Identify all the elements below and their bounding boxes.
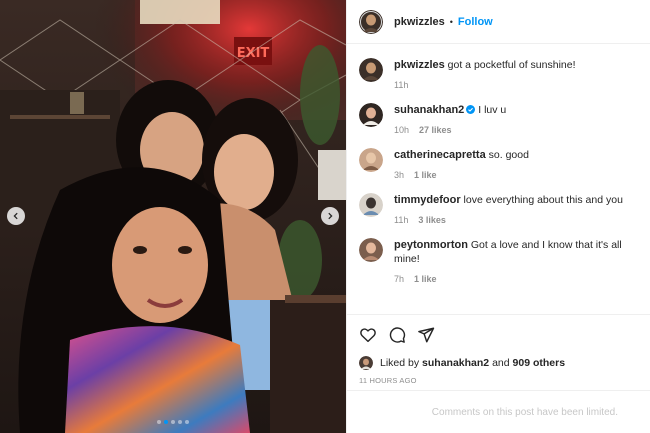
- comment-time[interactable]: 10h: [394, 125, 409, 135]
- commenter-avatar[interactable]: [359, 193, 383, 217]
- comment-likes[interactable]: 3 likes: [418, 215, 446, 225]
- follow-button[interactable]: Follow: [458, 16, 493, 28]
- paper-plane-icon[interactable]: [417, 326, 435, 344]
- verified-badge-icon: [466, 105, 476, 114]
- header-separator: •: [449, 16, 453, 27]
- comment-text: suhanakhan2 I luv u: [394, 103, 638, 117]
- chevron-left-icon: [13, 212, 18, 220]
- carousel-dot: [185, 420, 189, 424]
- instagram-post: EXIT pkwizzles • Follow pkwizzles got a …: [0, 0, 650, 433]
- comment-icon[interactable]: [388, 326, 406, 344]
- caption-content: got a pocketful of sunshine!: [447, 59, 576, 71]
- author-username[interactable]: pkwizzles: [394, 16, 445, 28]
- comment-likes[interactable]: 27 likes: [419, 125, 452, 135]
- comment-item: timmydefoor love everything about this a…: [359, 193, 638, 225]
- comment-item: peytonmorton Got a love and I know that …: [359, 238, 638, 284]
- carousel-dot: [171, 420, 175, 424]
- post-header: pkwizzles • Follow: [347, 0, 650, 44]
- comment-text: timmydefoor love everything about this a…: [394, 193, 638, 207]
- comment-content: I luv u: [478, 104, 507, 116]
- comment-time[interactable]: 7h: [394, 274, 404, 284]
- commenter-avatar[interactable]: [359, 103, 383, 127]
- comment-text: catherinecapretta so. good: [394, 148, 638, 162]
- liked-by-and: and: [492, 357, 510, 369]
- comment-time[interactable]: 11h: [394, 215, 408, 225]
- comment-body: suhanakhan2 I luv u 10h 27 likes: [394, 103, 638, 135]
- commenter-avatar[interactable]: [359, 148, 383, 172]
- action-bar: [347, 314, 650, 354]
- comment-username[interactable]: timmydefoor: [394, 194, 461, 206]
- liked-by: Liked by suhanakhan2 and 909 others: [347, 354, 650, 372]
- liked-by-user[interactable]: suhanakhan2: [422, 357, 489, 369]
- liked-by-prefix: Liked by: [380, 357, 420, 369]
- liker-avatar[interactable]: [359, 356, 373, 370]
- comment-body: catherinecapretta so. good 3h 1 like: [394, 148, 638, 180]
- caption-username[interactable]: pkwizzles: [394, 59, 445, 71]
- chevron-right-icon: [328, 212, 333, 220]
- post-photo[interactable]: EXIT: [0, 0, 346, 433]
- caption-body: pkwizzles got a pocketful of sunshine! 1…: [394, 58, 638, 90]
- comment-username[interactable]: peytonmorton: [394, 239, 468, 251]
- caption-meta: 11h: [394, 80, 638, 90]
- comment-time[interactable]: 3h: [394, 170, 404, 180]
- liked-by-text: Liked by suhanakhan2 and 909 others: [380, 357, 565, 369]
- comment-username[interactable]: suhanakhan2: [394, 104, 464, 116]
- user-comments: suhanakhan2 I luv u 10h 27 likes catherinec…: [359, 103, 638, 284]
- carousel-indicator: [0, 420, 346, 424]
- next-slide-button[interactable]: [321, 207, 339, 225]
- liked-by-others[interactable]: 909 others: [513, 357, 566, 369]
- post-details-panel: pkwizzles • Follow pkwizzles got a pocke…: [346, 0, 650, 433]
- comments-limited-notice: Comments on this post have been limited.: [347, 390, 650, 433]
- comment-meta: 10h 27 likes: [394, 125, 638, 135]
- caption: pkwizzles got a pocketful of sunshine! 1…: [359, 58, 638, 90]
- author-avatar[interactable]: [359, 9, 383, 34]
- caption-author-avatar[interactable]: [359, 58, 383, 82]
- carousel-dot: [178, 420, 182, 424]
- previous-slide-button[interactable]: [7, 207, 25, 225]
- comment-meta: 7h 1 like: [394, 274, 638, 284]
- comment-body: peytonmorton Got a love and I know that …: [394, 238, 638, 284]
- comments-list[interactable]: pkwizzles got a pocketful of sunshine! 1…: [347, 44, 650, 314]
- post-timestamp[interactable]: 11 HOURS AGO: [347, 372, 650, 390]
- heart-icon[interactable]: [359, 326, 377, 344]
- comment-text: peytonmorton Got a love and I know that …: [394, 238, 638, 266]
- comment-username[interactable]: catherinecapretta: [394, 149, 486, 161]
- photo-scene: EXIT: [0, 0, 346, 433]
- comment-body: timmydefoor love everything about this a…: [394, 193, 638, 225]
- comment-content: love everything about this and you: [463, 194, 623, 206]
- carousel-dot: [157, 420, 161, 424]
- comment-meta: 11h 3 likes: [394, 215, 638, 225]
- comment-likes[interactable]: 1 like: [414, 274, 437, 284]
- comment-item: suhanakhan2 I luv u 10h 27 likes: [359, 103, 638, 135]
- comment-meta: 3h 1 like: [394, 170, 638, 180]
- caption-time[interactable]: 11h: [394, 80, 408, 90]
- carousel-dot: [164, 420, 168, 424]
- commenter-avatar[interactable]: [359, 238, 383, 262]
- caption-text: pkwizzles got a pocketful of sunshine!: [394, 58, 638, 72]
- comment-likes[interactable]: 1 like: [414, 170, 437, 180]
- comment-content: so. good: [488, 149, 529, 161]
- comment-item: catherinecapretta so. good 3h 1 like: [359, 148, 638, 180]
